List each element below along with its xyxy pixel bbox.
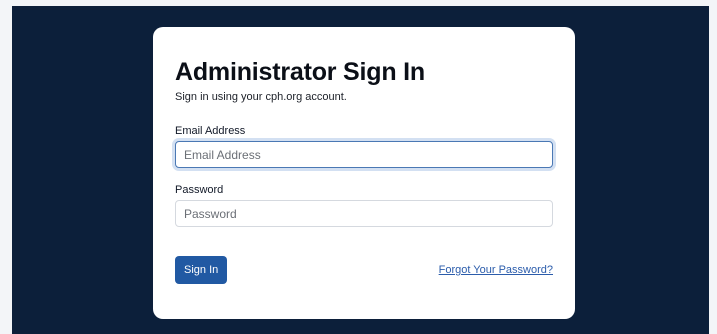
page-title: Administrator Sign In	[175, 58, 425, 86]
sign-in-button[interactable]: Sign In	[175, 256, 228, 284]
page-subtitle: Sign in using your cph.org account.	[175, 91, 347, 103]
email-field[interactable]	[175, 141, 553, 168]
forgot-password-link[interactable]: Forgot Your Password?	[439, 264, 553, 276]
sign-in-form: Email Address Password Sign In Forgot Yo…	[175, 124, 553, 284]
form-actions: Sign In Forgot Your Password?	[175, 256, 553, 284]
password-field[interactable]	[175, 200, 553, 227]
sign-in-card: Administrator Sign In Sign in using your…	[153, 27, 575, 319]
page-background: Administrator Sign In Sign in using your…	[12, 6, 709, 334]
email-label: Email Address	[175, 125, 246, 137]
password-label: Password	[175, 184, 224, 196]
